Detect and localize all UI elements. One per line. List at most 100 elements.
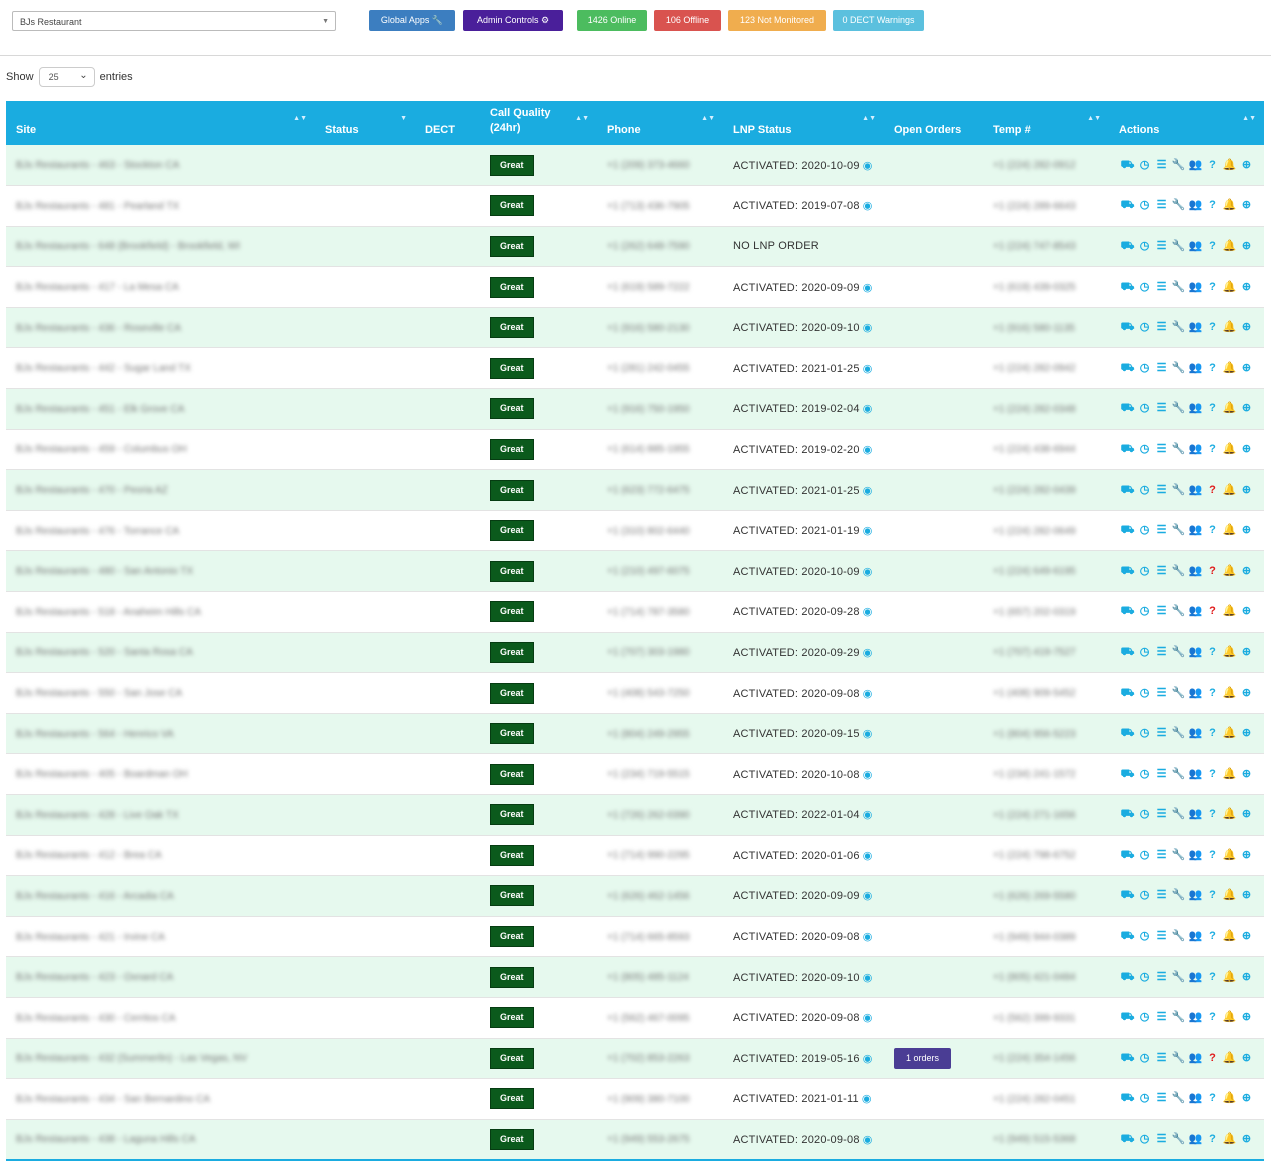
truck-icon[interactable]: ⛟ xyxy=(1119,646,1136,660)
eye-icon[interactable]: ◉ xyxy=(863,890,873,902)
truck-icon[interactable]: ⛟ xyxy=(1119,524,1136,538)
col-phone[interactable]: Phone ▲▼ xyxy=(597,101,723,145)
eye-icon[interactable]: ◉ xyxy=(863,931,873,943)
report-icon[interactable]: ☰ xyxy=(1153,848,1170,861)
users-icon[interactable]: 👥 xyxy=(1187,848,1204,861)
plus-circle-icon[interactable]: ⊕ xyxy=(1238,361,1255,374)
report-icon[interactable]: ☰ xyxy=(1153,401,1170,414)
plus-circle-icon[interactable]: ⊕ xyxy=(1238,198,1255,211)
not-monitored-button[interactable]: 123 Not Monitored xyxy=(728,10,826,31)
help-icon[interactable]: ? xyxy=(1204,1052,1221,1064)
site-cell[interactable]: BJs Restaurants - 476 - Torrance CA xyxy=(6,510,315,552)
report-icon[interactable]: ☰ xyxy=(1153,158,1170,171)
truck-icon[interactable]: ⛟ xyxy=(1119,1133,1136,1147)
site-cell[interactable]: BJs Restaurants - 564 - Henrico VA xyxy=(6,713,315,755)
help-icon[interactable]: ? xyxy=(1204,889,1221,901)
report-icon[interactable]: ☰ xyxy=(1153,442,1170,455)
admin-controls-button[interactable]: Admin Controls ⚙ xyxy=(463,10,563,31)
site-cell[interactable]: BJs Restaurants - 416 - Arcadia CA xyxy=(6,875,315,917)
report-icon[interactable]: ☰ xyxy=(1153,361,1170,374)
clock-icon[interactable]: ◷ xyxy=(1136,848,1153,861)
wrench-icon[interactable]: 🔧 xyxy=(1170,970,1187,983)
wrench-icon[interactable]: 🔧 xyxy=(1170,361,1187,374)
offline-count-button[interactable]: 106 Offline xyxy=(654,10,721,31)
plus-circle-icon[interactable]: ⊕ xyxy=(1238,1051,1255,1064)
bell-icon[interactable]: 🔔 xyxy=(1221,726,1238,739)
site-cell[interactable]: BJs Restaurants - 436 - Roseville CA xyxy=(6,307,315,349)
bell-icon[interactable]: 🔔 xyxy=(1221,198,1238,211)
wrench-icon[interactable]: 🔧 xyxy=(1170,280,1187,293)
wrench-icon[interactable]: 🔧 xyxy=(1170,767,1187,780)
users-icon[interactable]: 👥 xyxy=(1187,483,1204,496)
wrench-icon[interactable]: 🔧 xyxy=(1170,848,1187,861)
help-icon[interactable]: ? xyxy=(1204,159,1221,171)
eye-icon[interactable]: ◉ xyxy=(863,769,873,781)
open-orders-button[interactable]: 1 orders xyxy=(894,1047,952,1069)
wrench-icon[interactable]: 🔧 xyxy=(1170,401,1187,414)
site-cell[interactable]: BJs Restaurants - 430 - Cerritos CA xyxy=(6,997,315,1039)
truck-icon[interactable]: ⛟ xyxy=(1119,443,1136,457)
bell-icon[interactable]: 🔔 xyxy=(1221,239,1238,252)
site-cell[interactable]: BJs Restaurants - 423 - Oxnard CA xyxy=(6,956,315,998)
plus-circle-icon[interactable]: ⊕ xyxy=(1238,686,1255,699)
help-icon[interactable]: ? xyxy=(1204,240,1221,252)
truck-icon[interactable]: ⛟ xyxy=(1119,687,1136,701)
clock-icon[interactable]: ◷ xyxy=(1136,726,1153,739)
bell-icon[interactable]: 🔔 xyxy=(1221,604,1238,617)
clock-icon[interactable]: ◷ xyxy=(1136,1051,1153,1064)
users-icon[interactable]: 👥 xyxy=(1187,929,1204,942)
help-icon[interactable]: ? xyxy=(1204,1092,1221,1104)
site-cell[interactable]: BJs Restaurants - 438 - Laguna Hills CA xyxy=(6,1119,315,1161)
users-icon[interactable]: 👥 xyxy=(1187,645,1204,658)
clock-icon[interactable]: ◷ xyxy=(1136,442,1153,455)
wrench-icon[interactable]: 🔧 xyxy=(1170,483,1187,496)
plus-circle-icon[interactable]: ⊕ xyxy=(1238,320,1255,333)
bell-icon[interactable]: 🔔 xyxy=(1221,564,1238,577)
site-cell[interactable]: BJs Restaurants - 417 - La Mesa CA xyxy=(6,266,315,308)
truck-icon[interactable]: ⛟ xyxy=(1119,849,1136,863)
bell-icon[interactable]: 🔔 xyxy=(1221,361,1238,374)
site-cell[interactable]: BJs Restaurants - 442 - Sugar Land TX xyxy=(6,347,315,390)
plus-circle-icon[interactable]: ⊕ xyxy=(1238,970,1255,983)
clock-icon[interactable]: ◷ xyxy=(1136,767,1153,780)
eye-icon[interactable]: ◉ xyxy=(863,606,873,618)
help-icon[interactable]: ? xyxy=(1204,565,1221,577)
report-icon[interactable]: ☰ xyxy=(1153,320,1170,333)
report-icon[interactable]: ☰ xyxy=(1153,767,1170,780)
truck-icon[interactable]: ⛟ xyxy=(1119,484,1136,498)
report-icon[interactable]: ☰ xyxy=(1153,1132,1170,1145)
col-lnp-status[interactable]: LNP Status ▲▼ xyxy=(723,101,884,145)
plus-circle-icon[interactable]: ⊕ xyxy=(1238,848,1255,861)
report-icon[interactable]: ☰ xyxy=(1153,645,1170,658)
plus-circle-icon[interactable]: ⊕ xyxy=(1238,1091,1255,1104)
clock-icon[interactable]: ◷ xyxy=(1136,280,1153,293)
wrench-icon[interactable]: 🔧 xyxy=(1170,807,1187,820)
wrench-icon[interactable]: 🔧 xyxy=(1170,686,1187,699)
site-cell[interactable]: BJs Restaurants - 518 - Anaheim Hills CA xyxy=(6,591,315,633)
wrench-icon[interactable]: 🔧 xyxy=(1170,523,1187,536)
clock-icon[interactable]: ◷ xyxy=(1136,970,1153,983)
report-icon[interactable]: ☰ xyxy=(1153,1051,1170,1064)
site-cell[interactable]: BJs Restaurants - 470 - Peoria AZ xyxy=(6,469,315,511)
users-icon[interactable]: 👥 xyxy=(1187,888,1204,901)
users-icon[interactable]: 👥 xyxy=(1187,361,1204,374)
eye-icon[interactable]: ◉ xyxy=(863,1012,873,1024)
bell-icon[interactable]: 🔔 xyxy=(1221,807,1238,820)
site-cell[interactable]: BJs Restaurants - 405 - Boardman OH xyxy=(6,753,315,795)
plus-circle-icon[interactable]: ⊕ xyxy=(1238,158,1255,171)
truck-icon[interactable]: ⛟ xyxy=(1119,1011,1136,1025)
truck-icon[interactable]: ⛟ xyxy=(1119,565,1136,579)
col-call-quality[interactable]: Call Quality (24hr) ▲▼ xyxy=(480,101,597,145)
site-cell[interactable]: BJs Restaurants - 432 (Summerlin) - Las … xyxy=(6,1038,315,1080)
eye-icon[interactable]: ◉ xyxy=(863,160,873,172)
eye-icon[interactable]: ◉ xyxy=(863,809,873,821)
users-icon[interactable]: 👥 xyxy=(1187,564,1204,577)
eye-icon[interactable]: ◉ xyxy=(863,444,873,456)
wrench-icon[interactable]: 🔧 xyxy=(1170,1010,1187,1023)
site-cell[interactable]: BJs Restaurants - 481 - Pearland TX xyxy=(6,185,315,227)
eye-icon[interactable]: ◉ xyxy=(863,728,873,740)
report-icon[interactable]: ☰ xyxy=(1153,564,1170,577)
eye-icon[interactable]: ◉ xyxy=(863,1053,873,1065)
clock-icon[interactable]: ◷ xyxy=(1136,523,1153,536)
help-icon[interactable]: ? xyxy=(1204,199,1221,211)
